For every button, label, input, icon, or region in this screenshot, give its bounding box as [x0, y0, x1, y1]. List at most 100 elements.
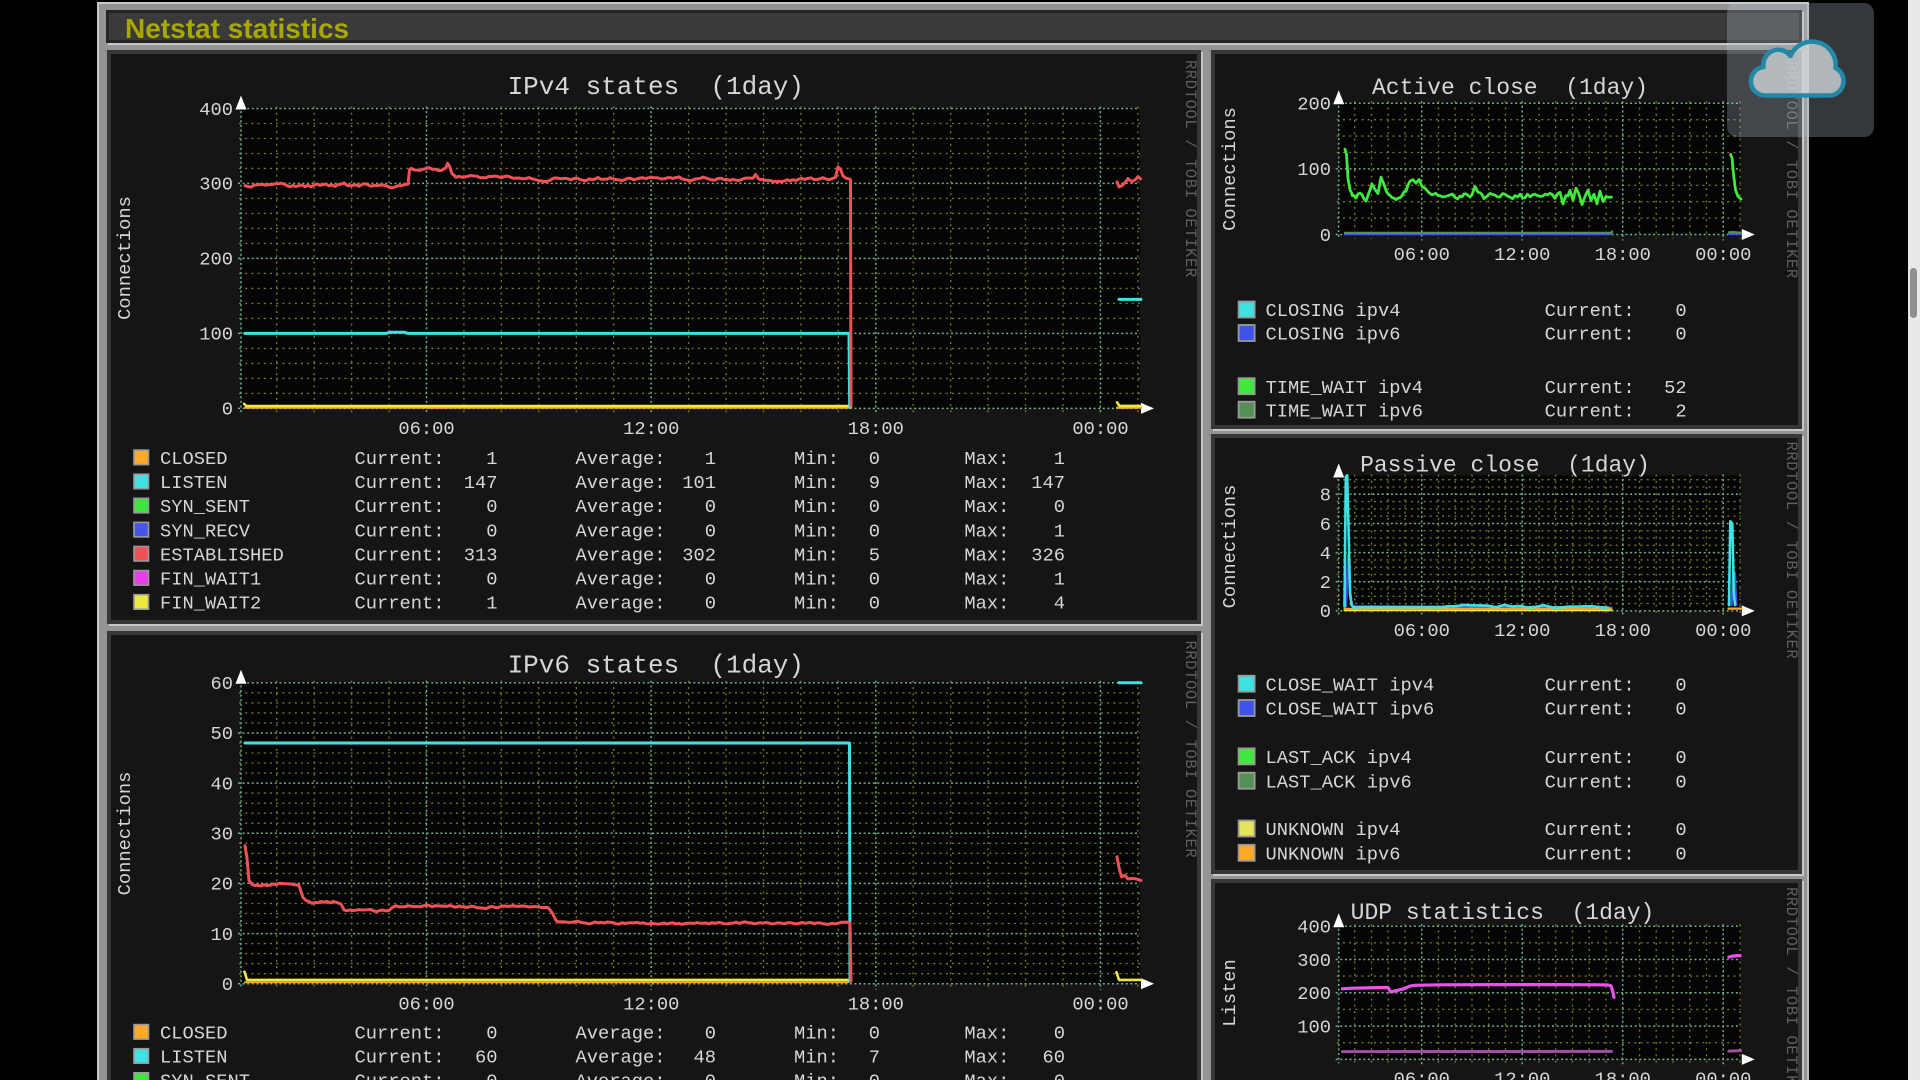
svg-text:ESTABLISHED: ESTABLISHED — [160, 544, 284, 566]
svg-text:Current:: Current: — [355, 496, 445, 518]
svg-text:12:00: 12:00 — [1494, 1069, 1550, 1080]
svg-text:0: 0 — [705, 569, 716, 591]
svg-text:0: 0 — [1675, 819, 1686, 841]
svg-text:06:00: 06:00 — [398, 993, 454, 1015]
svg-text:0: 0 — [705, 593, 716, 615]
svg-text:0: 0 — [705, 520, 716, 542]
svg-text:60: 60 — [210, 673, 233, 695]
svg-text:101: 101 — [682, 472, 716, 494]
svg-text:Average:: Average: — [576, 496, 666, 518]
svg-text:CLOSING ipv6: CLOSING ipv6 — [1266, 324, 1401, 346]
svg-text:Average:: Average: — [576, 544, 666, 566]
svg-text:300: 300 — [1297, 950, 1331, 972]
svg-text:Current:: Current: — [1545, 771, 1635, 793]
svg-text:Max:: Max: — [964, 1046, 1009, 1068]
svg-text:Connections: Connections — [1219, 484, 1241, 608]
svg-text:18:00: 18:00 — [848, 418, 904, 440]
svg-text:UNKNOWN ipv6: UNKNOWN ipv6 — [1266, 843, 1401, 865]
svg-text:0: 0 — [486, 520, 497, 542]
svg-text:7: 7 — [869, 1046, 880, 1068]
svg-text:4: 4 — [1054, 593, 1065, 615]
svg-text:1: 1 — [1054, 448, 1065, 470]
svg-text:0: 0 — [486, 1070, 497, 1080]
svg-text:Max:: Max: — [964, 544, 1009, 566]
svg-text:SYN_SENT: SYN_SENT — [160, 1070, 250, 1080]
svg-text:Current:: Current: — [1545, 698, 1635, 720]
svg-text:1: 1 — [1054, 569, 1065, 591]
svg-text:Max:: Max: — [964, 1022, 1009, 1044]
svg-text:12:00: 12:00 — [623, 418, 679, 440]
svg-text:Connections: Connections — [1219, 107, 1241, 231]
svg-text:5: 5 — [869, 544, 880, 566]
svg-text:06:00: 06:00 — [1394, 1069, 1450, 1080]
svg-text:200: 200 — [199, 249, 233, 271]
svg-text:0: 0 — [869, 520, 880, 542]
svg-text:Connections: Connections — [114, 196, 136, 320]
svg-text:Max:: Max: — [964, 569, 1009, 591]
svg-text:1: 1 — [486, 593, 497, 615]
svg-text:Average:: Average: — [576, 593, 666, 615]
svg-text:Average:: Average: — [576, 569, 666, 591]
svg-text:0: 0 — [869, 1022, 880, 1044]
svg-text:Min:: Min: — [794, 569, 839, 591]
svg-text:LISTEN: LISTEN — [160, 472, 228, 494]
svg-text:40: 40 — [210, 773, 233, 795]
svg-text:RRDTOOL / TOBI OETIKER: RRDTOOL / TOBI OETIKER — [1181, 60, 1197, 278]
svg-text:18:00: 18:00 — [848, 993, 904, 1015]
svg-text:302: 302 — [682, 544, 716, 566]
svg-text:Current:: Current: — [355, 1022, 445, 1044]
svg-text:326: 326 — [1031, 544, 1065, 566]
svg-text:SYN_RECV: SYN_RECV — [160, 520, 251, 542]
svg-text:Min:: Min: — [794, 520, 839, 542]
svg-text:0: 0 — [869, 448, 880, 470]
svg-text:Max:: Max: — [964, 593, 1009, 615]
svg-text:200: 200 — [1297, 983, 1331, 1005]
svg-text:0: 0 — [705, 496, 716, 518]
svg-text:0: 0 — [869, 1070, 880, 1080]
svg-text:Max:: Max: — [964, 472, 1009, 494]
svg-text:0: 0 — [1675, 843, 1686, 865]
svg-text:Current:: Current: — [355, 544, 445, 566]
svg-text:9: 9 — [869, 472, 880, 494]
svg-text:06:00: 06:00 — [1394, 244, 1450, 266]
svg-text:Listen: Listen — [1219, 959, 1241, 1027]
svg-text:00:00: 00:00 — [1695, 620, 1751, 642]
svg-text:1: 1 — [486, 448, 497, 470]
svg-text:0: 0 — [705, 1022, 716, 1044]
svg-text:Min:: Min: — [794, 1070, 839, 1080]
svg-text:0: 0 — [869, 569, 880, 591]
svg-text:Min:: Min: — [794, 544, 839, 566]
svg-text:12:00: 12:00 — [1494, 620, 1550, 642]
svg-text:18:00: 18:00 — [1595, 620, 1651, 642]
svg-text:RRDTOOL / TOBI OETIKER: RRDTOOL / TOBI OETIKER — [1782, 887, 1798, 1080]
svg-text:Current:: Current: — [1545, 324, 1635, 346]
svg-text:Current:: Current: — [1545, 747, 1635, 769]
svg-text:LAST_ACK ipv4: LAST_ACK ipv4 — [1266, 747, 1412, 769]
svg-text:0: 0 — [1320, 225, 1331, 247]
svg-text:UDP statistics (1day): UDP statistics (1day) — [1351, 900, 1655, 926]
svg-text:LAST_ACK ipv6: LAST_ACK ipv6 — [1266, 771, 1412, 793]
svg-text:0: 0 — [1675, 747, 1686, 769]
svg-text:Average:: Average: — [576, 448, 666, 470]
svg-text:0: 0 — [222, 974, 233, 996]
svg-text:100: 100 — [1297, 1016, 1331, 1038]
svg-text:0: 0 — [486, 1022, 497, 1044]
svg-text:12:00: 12:00 — [1494, 244, 1550, 266]
svg-text:Current:: Current: — [1545, 400, 1635, 422]
svg-text:Average:: Average: — [576, 1046, 666, 1068]
svg-text:Min:: Min: — [794, 448, 839, 470]
svg-text:60: 60 — [475, 1046, 498, 1068]
svg-text:147: 147 — [464, 472, 498, 494]
svg-text:48: 48 — [693, 1046, 716, 1068]
svg-text:0: 0 — [1675, 300, 1686, 322]
svg-text:0: 0 — [1054, 1022, 1065, 1044]
svg-text:Current:: Current: — [355, 520, 445, 542]
svg-text:Current:: Current: — [355, 448, 445, 470]
svg-text:Max:: Max: — [964, 448, 1009, 470]
svg-text:06:00: 06:00 — [398, 418, 454, 440]
svg-text:RRDTOOL / TOBI OETIKER: RRDTOOL / TOBI OETIKER — [1782, 441, 1798, 659]
svg-text:Current:: Current: — [355, 472, 445, 494]
svg-text:CLOSING ipv4: CLOSING ipv4 — [1266, 300, 1401, 322]
svg-text:10: 10 — [210, 923, 233, 945]
svg-text:0: 0 — [869, 496, 880, 518]
